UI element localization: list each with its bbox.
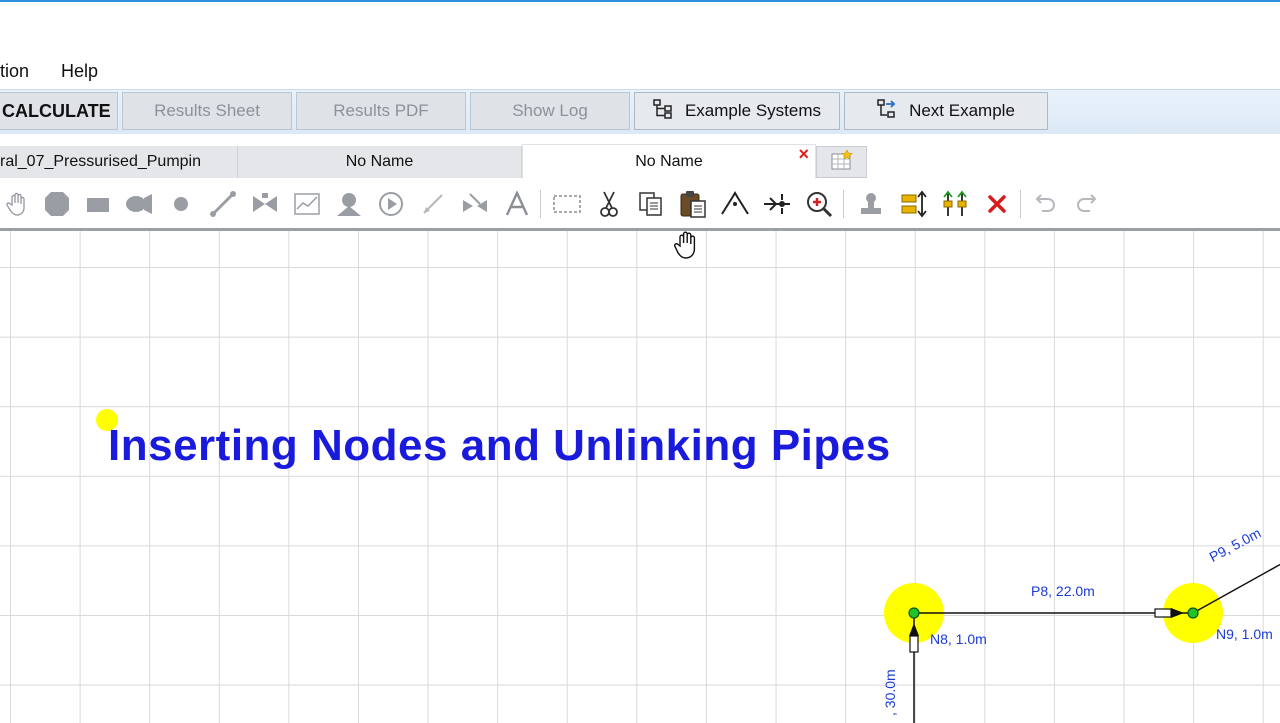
document-tab-bar: ral_07_Pressurised_Pumpin No Name No Nam… <box>0 144 1100 178</box>
tab-label: No Name <box>635 152 703 170</box>
stamp-icon[interactable] <box>854 188 888 220</box>
example-systems-label: Example Systems <box>684 101 822 120</box>
toolbar-separator <box>540 190 541 218</box>
menu-item-calculation[interactable]: tion <box>0 61 29 82</box>
unlink-icon[interactable] <box>718 188 752 220</box>
show-log-button[interactable]: Show Log <box>470 92 630 130</box>
pipe-p7-label: , 30.0m <box>882 669 898 716</box>
results-pdf-button[interactable]: Results PDF <box>296 92 466 130</box>
next-example-button[interactable]: Next Example <box>844 92 1048 130</box>
pipe-icon[interactable] <box>206 188 240 220</box>
valve-icon[interactable] <box>248 188 282 220</box>
pan-hand-icon[interactable] <box>0 188 34 220</box>
align-icon[interactable] <box>896 188 930 220</box>
window-top-border <box>0 0 1280 2</box>
pressure-pump-icon[interactable] <box>332 188 366 220</box>
delete-icon[interactable] <box>980 188 1014 220</box>
pipe-p8-valve-marker <box>1154 608 1172 618</box>
hand-cursor-icon <box>670 228 704 267</box>
distribute-icon[interactable] <box>938 188 972 220</box>
example-systems-button[interactable]: Example Systems <box>634 92 840 130</box>
copy-icon[interactable] <box>634 188 668 220</box>
pipe-p8-label: P8, 22.0m <box>1031 583 1095 599</box>
results-pdf-label: Results PDF <box>333 101 429 120</box>
action-button-bar: CALCULATE Results Sheet Results PDF Show… <box>0 89 1280 134</box>
reservoir-icon[interactable] <box>81 188 115 220</box>
calculate-button[interactable]: CALCULATE <box>0 92 118 130</box>
pipe-p7-valve-marker <box>909 635 919 653</box>
menu-bar: tion Help <box>0 56 1280 86</box>
node-n8-label: N8, 1.0m <box>930 631 987 647</box>
new-sheet-icon <box>830 148 854 176</box>
insert-node-icon[interactable] <box>760 188 794 220</box>
toolbar-separator <box>1020 190 1021 218</box>
results-sheet-button[interactable]: Results Sheet <box>122 92 292 130</box>
node-icon[interactable] <box>164 188 198 220</box>
toolbar-separator <box>843 190 844 218</box>
play-icon[interactable] <box>374 188 408 220</box>
zoom-in-icon[interactable] <box>802 188 836 220</box>
calculate-label: CALCULATE <box>2 100 111 121</box>
chart-icon[interactable] <box>290 188 324 220</box>
redo-icon[interactable] <box>1070 188 1104 220</box>
close-tab-icon[interactable]: × <box>798 144 809 165</box>
tab-no-name-1[interactable]: No Name <box>238 146 522 178</box>
check-valve-icon[interactable] <box>458 188 492 220</box>
tab-label: No Name <box>345 153 414 170</box>
tab-pressurised-pumping[interactable]: ral_07_Pressurised_Pumpin <box>0 146 238 178</box>
drawing-canvas[interactable]: Inserting Nodes and Unlinking Pipes P8, … <box>0 228 1280 723</box>
text-tool-icon[interactable] <box>500 188 534 220</box>
undo-icon[interactable] <box>1028 188 1062 220</box>
node-n8[interactable] <box>908 607 920 619</box>
select-box-icon[interactable] <box>550 188 584 220</box>
show-log-label: Show Log <box>512 101 588 120</box>
new-tab-button[interactable] <box>816 146 867 178</box>
canvas-title-text[interactable]: Inserting Nodes and Unlinking Pipes <box>108 421 891 471</box>
menu-item-help[interactable]: Help <box>61 61 98 82</box>
tab-no-name-2[interactable]: No Name × <box>522 144 816 178</box>
tank-icon[interactable] <box>40 188 74 220</box>
pump-icon[interactable] <box>122 188 156 220</box>
network-drawing <box>96 409 1280 723</box>
node-n9-label: N9, 1.0m <box>1216 626 1273 642</box>
node-n9[interactable] <box>1187 607 1199 619</box>
drawing-toolbar <box>0 182 1280 226</box>
paste-icon[interactable] <box>676 188 710 220</box>
results-sheet-label: Results Sheet <box>154 101 260 120</box>
line-icon[interactable] <box>416 188 450 220</box>
tab-label: ral_07_Pressurised_Pumpin <box>0 153 201 170</box>
next-arrow-tree-icon <box>877 98 899 124</box>
cut-icon[interactable] <box>592 188 626 220</box>
next-example-label: Next Example <box>909 101 1015 120</box>
network-tree-icon <box>653 98 675 124</box>
